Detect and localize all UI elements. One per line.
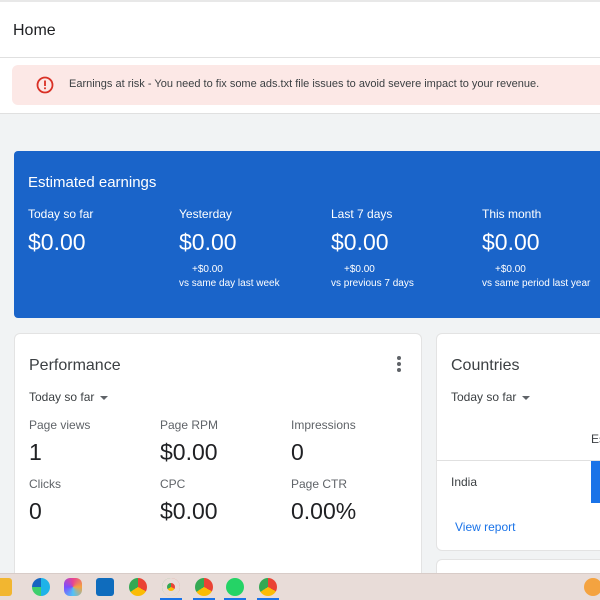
earnings-this-month: This month $0.00 +$0.00 vs same period l…	[482, 207, 590, 289]
metric-label: CPC	[160, 477, 186, 491]
caret-down-icon	[522, 395, 531, 400]
more-options-icon[interactable]	[393, 356, 405, 374]
earnings-delta: +$0.00	[192, 264, 223, 275]
chrome-profile-icon[interactable]	[162, 578, 180, 596]
earnings-last-7-days: Last 7 days $0.00 +$0.00 vs previous 7 d…	[331, 207, 414, 289]
file-explorer-icon[interactable]	[0, 578, 12, 596]
range-label: Today so far	[29, 390, 95, 404]
metric-clicks[interactable]: Clicks 0	[29, 477, 61, 525]
earnings-today: Today so far $0.00	[28, 207, 93, 256]
metric-value: $0.00	[160, 498, 218, 524]
edge-icon[interactable]	[32, 578, 50, 596]
metric-label: Impressions	[291, 418, 356, 432]
alert-area: Earnings at risk - You need to fix some …	[0, 58, 600, 114]
performance-range-dropdown[interactable]: Today so far	[29, 390, 109, 404]
earnings-label: This month	[482, 207, 542, 221]
metric-label: Clicks	[29, 477, 61, 491]
metric-value: 1	[29, 439, 42, 465]
earnings-yesterday: Yesterday $0.00 +$0.00 vs same day last …	[179, 207, 280, 289]
country-row-label: India	[451, 475, 478, 489]
earnings-value: $0.00	[331, 229, 389, 255]
taskbar	[0, 573, 600, 600]
view-report-link[interactable]: View report	[455, 520, 515, 534]
outlook-icon[interactable]	[96, 578, 114, 596]
earnings-label: Last 7 days	[331, 207, 393, 221]
earnings-at-risk-alert[interactable]: Earnings at risk - You need to fix some …	[12, 65, 600, 105]
countries-title: Countries	[451, 357, 520, 374]
earnings-value: $0.00	[482, 229, 540, 255]
error-icon	[36, 76, 54, 94]
performance-card: Performance Today so far Page views 1 Pa…	[14, 333, 422, 583]
caret-down-icon	[100, 395, 109, 400]
metric-value: $0.00	[160, 439, 218, 465]
metric-cpc[interactable]: CPC $0.00	[160, 477, 218, 525]
estimated-earnings-card[interactable]: Estimated earnings Today so far $0.00 Ye…	[14, 151, 600, 318]
metric-value: 0.00%	[291, 498, 357, 524]
countries-card: Countries Today so far Es India View rep…	[436, 333, 600, 551]
performance-title: Performance	[29, 357, 121, 374]
metric-value: 0	[291, 439, 304, 465]
whatsapp-icon[interactable]	[226, 578, 244, 596]
metric-label: Page CTR	[291, 477, 348, 491]
country-earnings-bar	[591, 461, 600, 503]
metric-impressions[interactable]: Impressions 0	[291, 418, 356, 466]
countries-range-dropdown[interactable]: Today so far	[451, 390, 531, 404]
metric-page-ctr[interactable]: Page CTR 0.00%	[291, 477, 356, 525]
estimated-earnings-title: Estimated earnings	[28, 174, 157, 191]
metric-label: Page views	[29, 418, 91, 432]
earnings-delta: +$0.00	[344, 264, 375, 275]
earnings-value: $0.00	[179, 229, 237, 255]
earnings-value: $0.00	[28, 229, 86, 255]
top-bar: Home	[0, 0, 600, 58]
metric-label: Page RPM	[160, 418, 219, 432]
earnings-compare: vs previous 7 days	[331, 278, 414, 289]
earnings-label: Yesterday	[179, 207, 232, 221]
alert-text: Earnings at risk - You need to fix some …	[69, 78, 540, 90]
chrome-icon[interactable]	[129, 578, 147, 596]
divider	[437, 460, 600, 461]
copilot-icon[interactable]	[64, 578, 82, 596]
column-header[interactable]: Es	[591, 432, 600, 446]
earnings-label: Today so far	[28, 207, 94, 221]
chrome-profile-icon[interactable]	[195, 578, 213, 596]
earnings-compare: vs same period last year	[482, 278, 591, 289]
earnings-delta: +$0.00	[495, 264, 526, 275]
chrome-profile-icon[interactable]	[259, 578, 277, 596]
earnings-compare: vs same day last week	[179, 278, 280, 289]
page-title: Home	[13, 22, 56, 39]
metric-value: 0	[29, 498, 42, 524]
metric-page-views[interactable]: Page views 1	[29, 418, 90, 466]
range-label: Today so far	[451, 390, 517, 404]
weather-icon[interactable]	[584, 578, 600, 596]
metric-page-rpm[interactable]: Page RPM $0.00	[160, 418, 218, 466]
